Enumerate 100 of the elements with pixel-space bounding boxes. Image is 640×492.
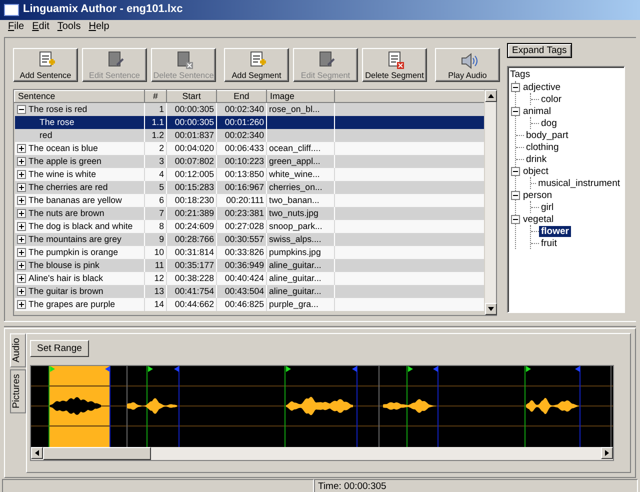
table-cell: 00:16:967 [216,180,266,194]
table-cell: two_nuts.jpg [266,206,334,220]
app-icon [4,4,19,16]
column-header[interactable]: Start [166,90,216,102]
toolbar-button[interactable]: Play Audio [435,48,500,82]
panel-tab[interactable]: Pictures [10,369,26,414]
table-cell: The dog is black and white [28,220,133,231]
tree-item[interactable]: musical_instrument [536,178,622,190]
table-cell: 00:44:662 [166,298,216,310]
tree-item[interactable]: girl [539,202,556,214]
table-cell: swiss_alps.... [266,232,334,246]
table-cell: 00:20:111 [216,194,266,206]
tree-item[interactable]: dog [539,118,559,130]
table-cell: 00:04:020 [166,142,216,154]
table-cell: 00:02:340 [216,102,266,116]
collapse-toggle[interactable] [16,105,26,114]
set-range-button[interactable]: Set Range [30,340,89,358]
expand-toggle[interactable] [16,286,26,296]
vertical-scrollbar[interactable] [484,90,496,315]
table-cell: 00:01:260 [216,116,266,128]
window-title: Linguamix Author - eng101.lxc [23,3,183,17]
scroll-left-button[interactable] [31,447,43,460]
table-cell: 00:33:826 [216,246,266,258]
expand-toggle[interactable] [16,208,26,218]
column-header[interactable]: # [144,90,166,102]
table-cell: aline_guitar... [266,272,334,284]
table-cell: 00:01:837 [166,128,216,142]
menu-item[interactable]: Edit [28,21,54,34]
expand-toggle[interactable] [16,274,26,283]
expand-toggle[interactable] [16,144,26,153]
expand-toggle[interactable] [16,222,26,231]
table-cell: The wine is white [28,168,96,179]
collapse-toggle[interactable] [511,190,520,200]
table-cell: The mountains are grey [28,234,122,244]
menu-item[interactable]: Tools [53,21,85,34]
expand-toggle[interactable] [16,234,26,244]
scroll-right-button[interactable] [601,447,613,460]
tree-item[interactable]: adjective [521,82,562,94]
table-cell: The grapes are purple [28,298,116,309]
collapse-toggle[interactable] [511,106,520,116]
table-cell: purple_gra... [266,298,334,310]
toolbar-button[interactable]: Add Segment [224,48,289,82]
toolbar-button[interactable]: Add Sentence [13,48,78,82]
table-cell: aline_guitar... [266,284,334,298]
table-cell: 00:30:557 [216,232,266,246]
table-cell: The rose is red [28,104,88,114]
table-cell: snoop_park... [266,220,334,232]
horizontal-scrollbar[interactable] [31,447,613,460]
tree-item[interactable]: person [521,190,554,202]
table-row[interactable]: The rose 1.1 00:00:305 00:01:260 [14,116,484,128]
column-header[interactable]: End [216,90,266,102]
expand-toggle[interactable] [16,300,26,309]
tree-item[interactable]: drink [524,154,549,166]
table-cell: 00:23:381 [216,206,266,220]
table-cell: 00:41:754 [166,284,216,298]
down-arrow-icon [488,307,494,311]
table-cell: cherries_on... [266,180,334,194]
scroll-up-button[interactable] [485,90,497,102]
tree-item[interactable]: Tags [510,69,622,82]
table-cell: green_appl... [266,154,334,168]
tree-item[interactable]: fruit [539,238,559,250]
table-cell: 00:21:389 [166,206,216,220]
tree-item[interactable]: object [521,166,550,178]
menu-item[interactable]: Help [84,21,114,34]
scroll-down-button[interactable] [485,303,497,315]
table-cell: 00:36:949 [216,258,266,272]
expand-tags-button[interactable]: Expand Tags [507,43,572,58]
expand-toggle[interactable] [16,260,26,270]
table-cell: Aline's hair is black [28,272,104,283]
expand-toggle[interactable] [16,156,26,166]
collapse-toggle[interactable] [511,214,520,224]
table-cell: red [40,130,52,140]
table-cell: 00:06:433 [216,142,266,154]
column-header[interactable]: Sentence [14,90,144,102]
tree-item[interactable]: body_part [524,130,570,142]
tree-item[interactable]: animal [521,106,553,118]
toolbar-button[interactable]: Delete Segment [362,48,427,82]
table-cell: 00:35:177 [166,258,216,272]
tree-item[interactable]: color [539,94,564,106]
expand-toggle[interactable] [16,182,26,192]
expand-toggle[interactable] [16,170,26,179]
tree-item[interactable]: clothing [524,142,561,154]
collapse-toggle[interactable] [511,166,520,176]
waveform-drawing[interactable] [31,366,613,448]
tree-item[interactable]: flower [539,226,571,238]
expand-toggle[interactable] [16,196,26,205]
left-arrow-icon [35,450,39,456]
table-cell: The guitar is brown [28,286,104,296]
tree-item[interactable]: vegetal [521,214,556,226]
collapse-toggle[interactable] [511,82,520,92]
scrollbar-thumb[interactable] [43,447,151,460]
table-cell: 00:13:850 [216,168,266,180]
table-row[interactable]: red 1.2 00:01:837 00:02:340 [14,128,484,142]
menu-item[interactable]: File [4,21,28,34]
table-cell: rose_on_bl... [266,102,334,116]
panel-tab[interactable]: Audio [10,333,26,368]
expand-toggle[interactable] [16,248,26,257]
column-header[interactable]: Image [266,90,334,102]
table-cell: pumpkins.jpg [266,246,334,258]
table-cell: 00:38:228 [166,272,216,284]
